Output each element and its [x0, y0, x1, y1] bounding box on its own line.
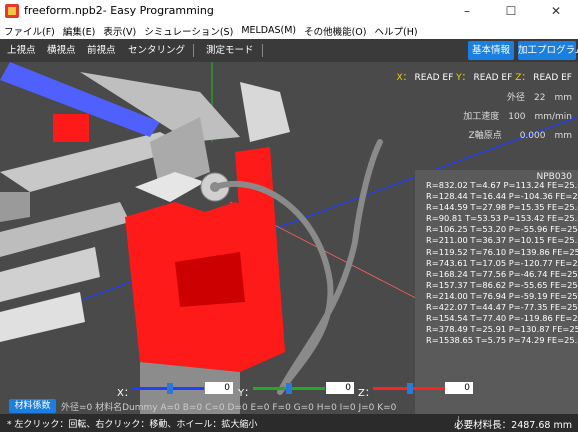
z-slider-input[interactable]: 0	[445, 382, 473, 394]
y-slider-thumb[interactable]	[286, 383, 292, 394]
required-length: 必要材料長：2487.68 mm	[454, 420, 572, 431]
menu-help[interactable]: ヘルプ(H)	[370, 24, 421, 38]
view-side-button[interactable]: 横視点	[47, 43, 76, 58]
menu-file[interactable]: ファイル(F)	[0, 24, 59, 38]
menu-meldas[interactable]: MELDAS(M)	[237, 25, 300, 36]
minimize-button[interactable]: –	[445, 0, 489, 22]
basic-info-button[interactable]: 基本情報	[468, 41, 514, 60]
material-coefficient-button[interactable]: 材料係数	[9, 399, 56, 413]
material-info: 外径=0 材料名Dummy A=0 B=0 C=0 D=0 E=0 F=0 G=…	[61, 403, 397, 413]
head-plate	[240, 82, 290, 142]
result-row: R=154.54 T=77.40 P=-119.86 FE=25.00	[426, 313, 578, 324]
z-slider-thumb[interactable]	[407, 383, 413, 394]
z-axis-label: Z：	[515, 73, 531, 83]
close-button[interactable]: ✕	[534, 0, 578, 22]
y-slider-label: Y：	[238, 388, 255, 399]
result-row: R=119.52 T=76.10 P=139.86 FE=25.00 F	[426, 246, 578, 257]
centering-button[interactable]: センタリング	[128, 43, 185, 58]
result-row: R=832.02 T=4.67 P=113.24 FE=25.00 F	[426, 180, 578, 190]
menu-edit[interactable]: 編集(E)	[59, 24, 99, 38]
title-bar: freeform.npb2- Easy Programming – ☐ ✕	[0, 0, 578, 22]
outer-diameter: 外径 22 mm	[507, 93, 572, 103]
toolbar-divider	[262, 44, 263, 57]
result-list: R=832.02 T=4.67 P=113.24 FE=25.00 F R=12…	[426, 180, 578, 346]
result-row: R=422.07 T=44.47 P=-77.35 FE=25.00 F	[426, 302, 578, 313]
result-row: R=743.61 T=17.05 P=-120.77 FE=25.00	[426, 257, 578, 268]
x-axis-label: X：	[396, 73, 412, 83]
x-axis-value: READ EF	[414, 73, 454, 83]
result-row: R=128.44 T=16.44 P=-104.36 FE=25.00	[426, 191, 578, 202]
status-bar: * 左クリック：回転、右クリック：移動、ホイール：拡大縮小 必要材料長：2487…	[0, 414, 578, 432]
rail-bottom	[0, 292, 85, 342]
toolbar: 上視点 横視点 前視点 センタリング 測定モード 基本情報 加工プログラム	[0, 39, 578, 62]
x-slider-thumb[interactable]	[167, 383, 173, 394]
maximize-button[interactable]: ☐	[489, 0, 533, 22]
y-axis-label: Y：	[456, 73, 471, 83]
result-row: R=144.59 T=27.98 P=15.35 FE=25.00 F	[426, 202, 578, 213]
machining-program-button[interactable]: 加工プログラム	[518, 41, 578, 60]
result-row: R=1538.65 T=5.75 P=74.29 FE=25.00 F	[426, 335, 578, 346]
y-slider-input[interactable]: 0	[326, 382, 354, 394]
z-axis-value: READ EF	[533, 73, 572, 83]
red-marker	[53, 114, 89, 142]
result-row: R=90.81 T=53.53 P=153.42 FE=25.00 F	[426, 213, 578, 224]
result-row: R=168.24 T=77.56 P=-46.74 FE=25.00 F	[426, 268, 578, 279]
measure-mode-button[interactable]: 測定モード	[206, 43, 254, 58]
rail-side	[0, 192, 30, 222]
window-title: freeform.npb2- Easy Programming	[24, 4, 214, 17]
app-icon	[5, 4, 19, 18]
menu-view[interactable]: 表示(V)	[99, 24, 140, 38]
menu-other[interactable]: その他機能(O)	[300, 24, 370, 38]
result-row: R=106.25 T=53.20 P=-55.96 FE=25.00 F	[426, 224, 578, 235]
feed-rate: 加工速度 100 mm/min	[463, 112, 572, 122]
view-front-button[interactable]: 前視点	[87, 43, 116, 58]
status-hint: * 左クリック：回転、右クリック：移動、ホイール：拡大縮小	[7, 420, 258, 430]
result-row: R=214.00 T=76.94 P=-59.19 FE=25.00 F	[426, 290, 578, 301]
axis-readout: X： READ EF Y： READ EF Z： READ EF	[396, 70, 572, 83]
toolbar-divider	[193, 44, 194, 57]
result-row: R=378.49 T=25.91 P=130.87 FE=25.00 F	[426, 324, 578, 335]
rail-lower	[0, 247, 100, 302]
view-top-button[interactable]: 上視点	[7, 43, 36, 58]
y-axis-value: READ EF	[473, 73, 513, 83]
result-row: R=157.37 T=86.62 P=-55.65 FE=25.00 F	[426, 279, 578, 290]
x-slider-input[interactable]: 0	[205, 382, 233, 394]
result-row: R=211.00 T=36.37 P=10.15 FE=25.00 F	[426, 235, 578, 246]
menu-bar: ファイル(F) 編集(E) 表示(V) シミュレーション(S) MELDAS(M…	[0, 22, 578, 39]
menu-simulation[interactable]: シミュレーション(S)	[140, 24, 237, 38]
z-origin: Z軸原点 0.000 mm	[468, 131, 572, 141]
